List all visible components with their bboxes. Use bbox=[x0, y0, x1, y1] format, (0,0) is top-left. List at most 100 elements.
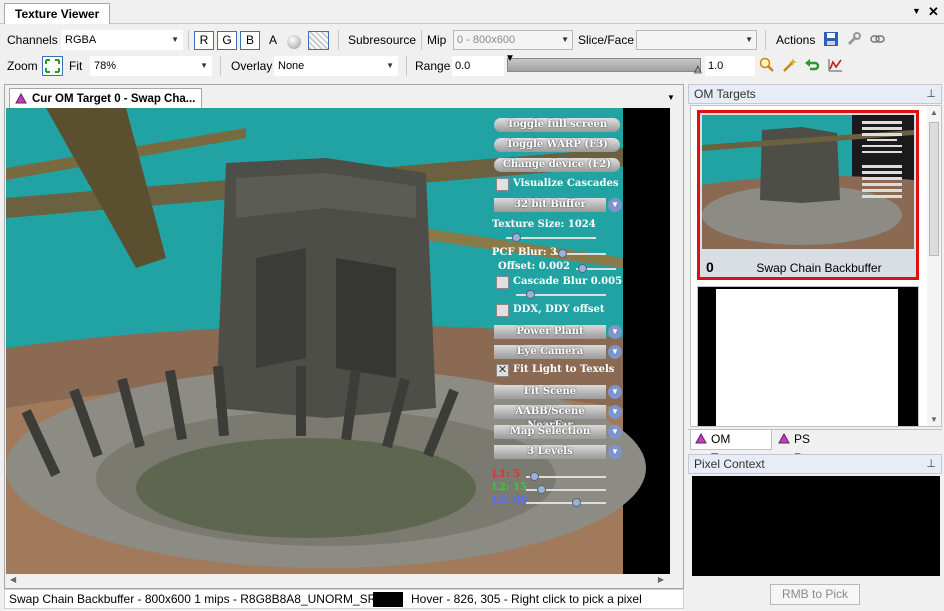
toggle-full-screen-button[interactable]: Toggle full screen bbox=[494, 118, 620, 132]
close-icon[interactable]: ✕ bbox=[928, 4, 939, 20]
separator bbox=[406, 56, 407, 76]
vertical-scrollbar[interactable]: ▲ ▼ bbox=[927, 106, 941, 426]
channel-b-button[interactable]: B bbox=[240, 31, 260, 50]
chevron-down-icon[interactable]: ▼ bbox=[608, 405, 622, 419]
pixel-context-view[interactable] bbox=[692, 476, 940, 576]
mip-value: 0 - 800x600 bbox=[457, 34, 516, 46]
channel-r-button[interactable]: R bbox=[194, 31, 214, 50]
cascade-blur-knob[interactable] bbox=[526, 290, 535, 299]
chevron-down-icon[interactable]: ▼ bbox=[608, 445, 622, 459]
map-selection-select[interactable]: Map Selection bbox=[494, 425, 606, 439]
scene-select[interactable]: Power Plant bbox=[494, 325, 606, 339]
scroll-left-icon[interactable]: ◀ bbox=[10, 575, 16, 584]
save-icon[interactable] bbox=[822, 31, 840, 49]
camera-select[interactable]: Eye Camera bbox=[494, 345, 606, 359]
rmb-to-pick-button[interactable]: RMB to Pick bbox=[770, 584, 860, 605]
chevron-down-icon[interactable]: ▼ bbox=[608, 425, 622, 439]
ps-resources-icon bbox=[778, 433, 790, 444]
ddx-ddy-label: DDX, DDY offset bbox=[513, 304, 605, 315]
scroll-down-icon[interactable]: ▼ bbox=[930, 415, 938, 424]
scroll-up-icon[interactable]: ▲ bbox=[930, 108, 938, 117]
om-target-thumbnail[interactable]: 0 Swap Chain Backbuffer bbox=[697, 110, 919, 280]
thumbnail-image bbox=[702, 115, 914, 249]
pin-icon[interactable]: ⊥ bbox=[926, 455, 936, 473]
change-device-button[interactable]: Change device (F2) bbox=[494, 158, 620, 172]
wand-icon[interactable] bbox=[780, 57, 798, 75]
texture-size-knob[interactable] bbox=[512, 233, 521, 242]
overlay-select[interactable]: None ▼ bbox=[274, 56, 398, 76]
texture-viewport[interactable]: Toggle full screen Toggle WARP (F3) Chan… bbox=[6, 108, 670, 574]
visualize-cascades-checkbox[interactable] bbox=[496, 178, 509, 191]
fit-scene-select[interactable]: Fit Scene bbox=[494, 385, 606, 399]
undo-icon[interactable] bbox=[803, 57, 821, 75]
ddx-ddy-checkbox[interactable] bbox=[496, 304, 509, 317]
tab-ps-resources[interactable]: PS Resources bbox=[774, 430, 870, 465]
level-2-knob[interactable] bbox=[537, 485, 546, 494]
tab-om-targets[interactable]: OM Targets bbox=[690, 430, 772, 465]
texture-viewer-tab[interactable]: Texture Viewer bbox=[4, 3, 111, 24]
chevron-down-icon[interactable]: ▼ bbox=[608, 325, 622, 339]
zoom-value: 78% bbox=[94, 60, 117, 72]
window-menu-icon[interactable]: ▼ bbox=[912, 6, 921, 16]
horizontal-scrollbar[interactable]: ◀ ▶ bbox=[6, 574, 670, 588]
pin-icon[interactable]: ⊥ bbox=[926, 85, 936, 103]
chevron-down-icon[interactable]: ▼ bbox=[608, 345, 622, 359]
zoom-select[interactable]: 78% ▼ bbox=[90, 56, 212, 76]
status-bar: Swap Chain Backbuffer - 800x600 1 mips -… bbox=[4, 589, 684, 609]
fit-light-label: Fit Light to Texels bbox=[513, 364, 615, 375]
offset-knob[interactable] bbox=[578, 264, 587, 273]
scroll-right-icon[interactable]: ▶ bbox=[658, 575, 664, 584]
om-target-thumbnail[interactable] bbox=[697, 286, 919, 426]
om-target-icon bbox=[15, 93, 27, 104]
chevron-down-icon[interactable]: ▼ bbox=[608, 198, 622, 212]
fit-light-checkbox[interactable]: ✕ bbox=[496, 364, 509, 377]
channels-label: Channels bbox=[7, 33, 58, 47]
om-target-icon bbox=[695, 433, 707, 444]
range-min-handle[interactable]: ▼ bbox=[505, 53, 515, 64]
zoom-icon[interactable] bbox=[758, 57, 776, 75]
range-max-handle[interactable]: △ bbox=[694, 64, 702, 75]
offset-label: Offset: 0.002 bbox=[498, 261, 571, 272]
hover-info: Hover - 826, 305 - Right click to pick a… bbox=[411, 592, 642, 606]
wrench-icon[interactable] bbox=[845, 31, 863, 49]
backdrop-color-icon[interactable] bbox=[287, 35, 301, 49]
chevron-down-icon[interactable]: ▼ bbox=[608, 385, 622, 399]
pcf-blur-knob[interactable] bbox=[558, 249, 567, 258]
histogram-icon[interactable] bbox=[826, 57, 844, 75]
levels-select[interactable]: 3 Levels bbox=[494, 445, 606, 459]
om-targets-title: OM Targets bbox=[694, 87, 756, 101]
separator bbox=[421, 30, 422, 50]
separator bbox=[765, 30, 766, 50]
level-1-label: L1: 5 bbox=[492, 469, 521, 480]
tab-cur-om-target[interactable]: Cur OM Target 0 - Swap Cha... bbox=[9, 88, 203, 108]
buffer-select[interactable]: 32 bit Buffer bbox=[494, 198, 606, 212]
range-min-field[interactable]: 0.0 bbox=[452, 56, 504, 76]
fit-to-window-icon[interactable] bbox=[42, 56, 63, 76]
zoom-label: Zoom bbox=[7, 59, 38, 73]
mip-select[interactable]: 0 - 800x600 ▼ bbox=[453, 30, 573, 50]
chevron-down-icon: ▼ bbox=[561, 35, 569, 44]
chevron-down-icon: ▼ bbox=[171, 35, 179, 44]
pcf-blur-label: PCF Blur: 3 bbox=[492, 247, 557, 258]
separator bbox=[188, 30, 189, 50]
level-1-knob[interactable] bbox=[530, 472, 539, 481]
channel-g-button[interactable]: G bbox=[217, 31, 237, 50]
texture-info: Swap Chain Backbuffer - 800x600 1 mips -… bbox=[9, 592, 394, 606]
level-3-slider[interactable] bbox=[526, 502, 606, 504]
texture-size-label: Texture Size: 1024 bbox=[492, 219, 596, 230]
slice-face-select[interactable]: ▼ bbox=[636, 30, 757, 50]
level-3-knob[interactable] bbox=[572, 498, 581, 507]
scrollbar-thumb[interactable] bbox=[929, 122, 939, 256]
checkerboard-icon[interactable] bbox=[308, 31, 329, 50]
toggle-warp-button[interactable]: Toggle WARP (F3) bbox=[494, 138, 620, 152]
chevron-down-icon[interactable]: ▼ bbox=[667, 93, 675, 102]
aabb-select[interactable]: AABB/Scene NearFar bbox=[494, 405, 606, 431]
channel-a-button[interactable]: A bbox=[269, 27, 277, 53]
fit-button[interactable]: Fit bbox=[69, 53, 82, 79]
range-histogram-slider[interactable] bbox=[507, 58, 701, 72]
channels-select[interactable]: RGBA ▼ bbox=[61, 30, 183, 50]
cascade-blur-checkbox[interactable] bbox=[496, 276, 509, 289]
range-max-field[interactable]: 1.0 bbox=[705, 56, 755, 76]
chevron-down-icon: ▼ bbox=[745, 35, 753, 44]
link-icon[interactable] bbox=[868, 31, 886, 49]
